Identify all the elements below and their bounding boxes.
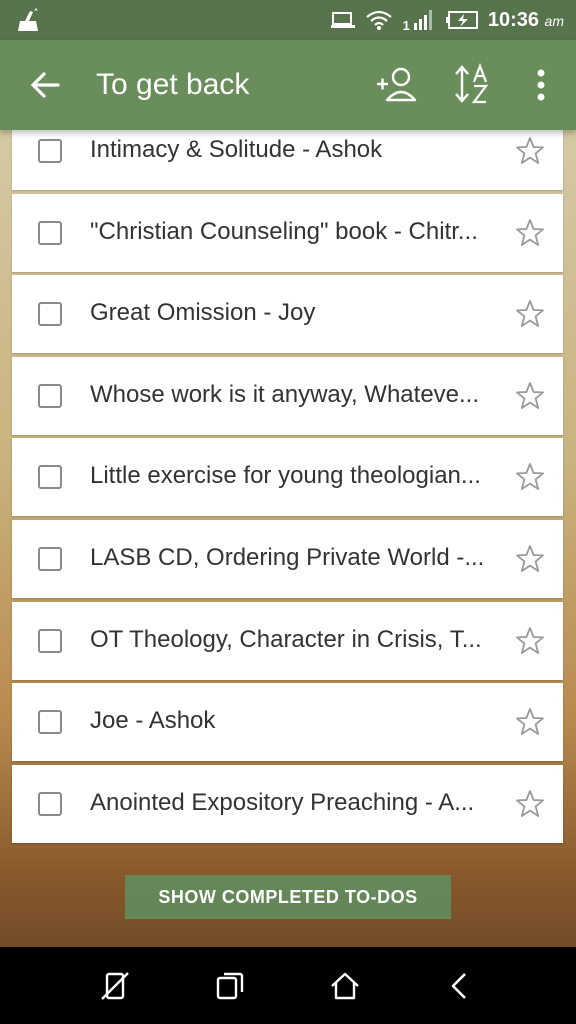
- star-icon[interactable]: [515, 544, 545, 574]
- cleaner-icon: [18, 8, 38, 31]
- todo-text: LASB CD, Ordering Private World -...: [90, 543, 485, 571]
- todo-text: Joe - Ashok: [90, 707, 216, 735]
- clock: 10:36 am: [487, 8, 564, 31]
- todo-checkbox[interactable]: [38, 220, 62, 245]
- star-icon[interactable]: [515, 626, 545, 656]
- cast-icon: [330, 12, 355, 28]
- todo-checkbox[interactable]: [38, 465, 62, 490]
- back-nav-icon[interactable]: [443, 969, 477, 1003]
- todo-text: "Christian Counseling" book - Chitr...: [90, 217, 478, 245]
- todo-text: Anointed Expository Preaching - A...: [90, 788, 475, 816]
- status-bar: 1 10:36 am: [0, 0, 576, 40]
- todo-item[interactable]: Whose work is it anyway, Whateve...: [12, 356, 563, 435]
- recent-apps-icon[interactable]: [213, 969, 247, 1003]
- todo-checkbox[interactable]: [38, 791, 62, 816]
- todo-checkbox[interactable]: [38, 302, 62, 327]
- star-icon[interactable]: [515, 789, 545, 819]
- show-completed-button[interactable]: SHOW COMPLETED TO-DOS: [125, 875, 451, 919]
- nav-bar: [0, 947, 576, 1024]
- todo-checkbox[interactable]: [38, 383, 62, 408]
- todo-item[interactable]: Great Omission - Joy: [12, 275, 563, 354]
- todo-text: Whose work is it anyway, Whateve...: [90, 380, 480, 408]
- overflow-menu-icon[interactable]: [518, 62, 564, 108]
- wifi-icon: [365, 10, 392, 30]
- star-icon[interactable]: [515, 381, 545, 411]
- star-icon[interactable]: [515, 462, 545, 492]
- sort-az-icon[interactable]: [452, 62, 498, 108]
- screenshot-icon[interactable]: [98, 969, 132, 1003]
- star-icon[interactable]: [515, 299, 545, 329]
- todo-checkbox[interactable]: [38, 628, 62, 653]
- star-icon[interactable]: [515, 707, 545, 737]
- todo-checkbox[interactable]: [38, 710, 62, 735]
- todo-text: Intimacy & Solitude - Ashok: [90, 136, 383, 163]
- todo-item[interactable]: LASB CD, Ordering Private World -...: [12, 519, 563, 598]
- add-person-icon[interactable]: [374, 62, 420, 108]
- todo-list: Intimacy & Solitude - Ashok "Christian C…: [12, 112, 563, 846]
- todo-checkbox[interactable]: [38, 546, 62, 571]
- home-icon[interactable]: [328, 969, 362, 1003]
- todo-text: Little exercise for young theologian...: [90, 462, 481, 490]
- star-icon[interactable]: [515, 136, 545, 166]
- back-arrow-icon[interactable]: [26, 65, 66, 105]
- todo-item[interactable]: Little exercise for young theologian...: [12, 438, 563, 517]
- todo-item[interactable]: OT Theology, Character in Crisis, T...: [12, 601, 563, 680]
- todo-item[interactable]: "Christian Counseling" book - Chitr...: [12, 193, 563, 272]
- page-title: To get back: [96, 68, 250, 101]
- todo-item[interactable]: Joe - Ashok: [12, 683, 563, 762]
- todo-item[interactable]: Anointed Expository Preaching - A...: [12, 764, 563, 843]
- todo-text: OT Theology, Character in Crisis, T...: [90, 625, 482, 653]
- todo-text: Great Omission - Joy: [90, 299, 316, 327]
- signal-icon: [413, 10, 432, 30]
- todo-checkbox[interactable]: [38, 139, 62, 163]
- app-bar: To get back: [0, 40, 576, 130]
- network-type: 1: [402, 17, 410, 33]
- status-right: 1 10:36 am: [330, 6, 564, 34]
- battery-icon: [445, 11, 478, 29]
- star-icon[interactable]: [515, 218, 545, 248]
